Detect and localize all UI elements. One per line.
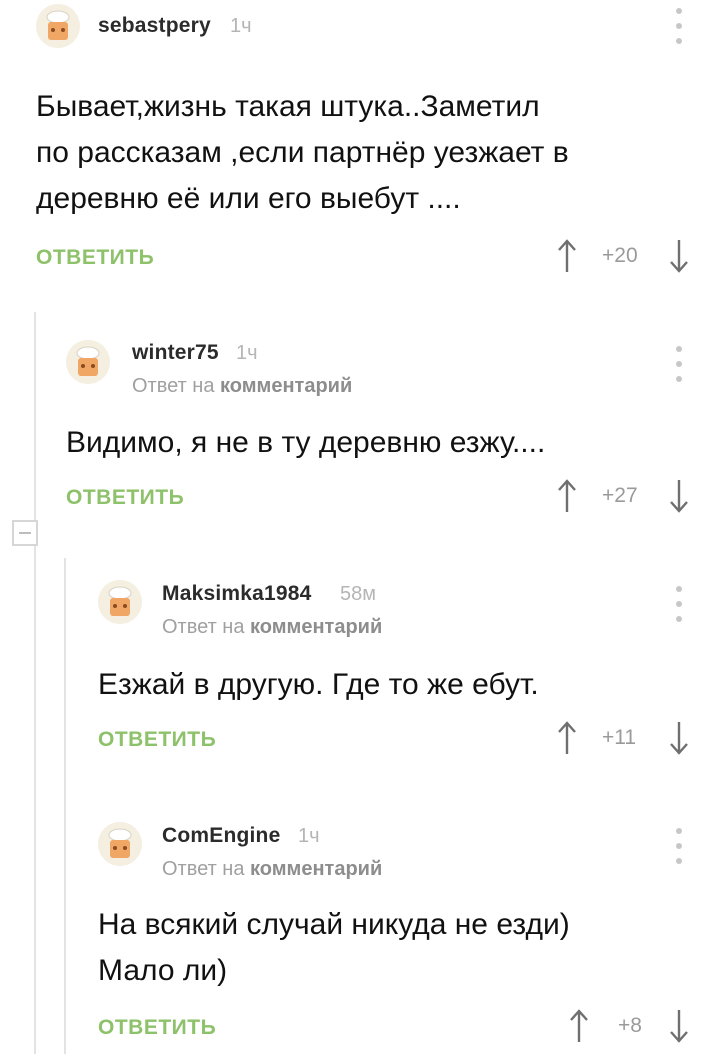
score-value: +8 <box>618 1014 642 1037</box>
comment-text: Бывает,жизнь такая штука..Заметил по рас… <box>36 90 569 215</box>
avatar-icon[interactable] <box>36 4 80 48</box>
comment-text: Видимо, я не в ту деревню езжу.... <box>66 426 546 459</box>
reply-to-link[interactable]: комментарий <box>220 375 352 397</box>
reply-button[interactable]: ОТВЕТИТЬ <box>36 246 154 270</box>
score-value: +20 <box>602 244 638 267</box>
score-value: +27 <box>602 484 638 507</box>
reply-to-prefix: Ответ на <box>132 375 215 397</box>
upvote-arrow-icon[interactable] <box>556 478 578 514</box>
reply-to-label: Ответ на комментарий <box>132 375 352 398</box>
reply-button[interactable]: ОТВЕТИТЬ <box>98 728 216 752</box>
avatar-icon[interactable] <box>98 580 142 624</box>
upvote-arrow-icon[interactable] <box>556 238 578 274</box>
reply-to-label: Ответ на комментарий <box>162 858 382 881</box>
more-vertical-icon[interactable] <box>674 346 684 382</box>
author-name[interactable]: winter75 <box>132 341 219 365</box>
comment-time: 1ч <box>230 15 252 37</box>
reply-to-link[interactable]: комментарий <box>250 616 382 638</box>
downvote-arrow-icon[interactable] <box>668 1008 690 1044</box>
reply-to-label: Ответ на комментарий <box>162 616 382 639</box>
upvote-arrow-icon[interactable] <box>556 720 578 756</box>
reply-button[interactable]: ОТВЕТИТЬ <box>66 486 184 510</box>
vote-controls: +27 <box>556 478 696 518</box>
comment-time: 1ч <box>298 825 320 847</box>
downvote-arrow-icon[interactable] <box>668 238 690 274</box>
thread-line-level-2 <box>64 558 66 1054</box>
upvote-arrow-icon[interactable] <box>568 1008 590 1044</box>
vote-controls: +20 <box>556 238 696 278</box>
more-vertical-icon[interactable] <box>674 586 684 622</box>
vote-controls: +8 <box>568 1008 696 1048</box>
collapse-thread-button[interactable] <box>12 520 38 546</box>
more-vertical-icon[interactable] <box>674 8 684 44</box>
reply-to-prefix: Ответ на <box>162 858 245 880</box>
downvote-arrow-icon[interactable] <box>668 478 690 514</box>
author-name[interactable]: Maksimka1984 <box>162 582 312 606</box>
comment-text: На всякий случай никуда не езди) Мало ли… <box>98 908 570 987</box>
downvote-arrow-icon[interactable] <box>668 720 690 756</box>
avatar-icon[interactable] <box>66 340 110 384</box>
comment-text: Езжай в другую. Где то же ебут. <box>98 668 539 701</box>
more-vertical-icon[interactable] <box>674 828 684 864</box>
comment-time: 58м <box>340 583 376 605</box>
thread-line-level-1 <box>34 312 36 1054</box>
reply-to-prefix: Ответ на <box>162 616 245 638</box>
score-value: +11 <box>602 726 637 749</box>
reply-to-link[interactable]: комментарий <box>250 858 382 880</box>
reply-button[interactable]: ОТВЕТИТЬ <box>98 1016 216 1040</box>
author-name[interactable]: ComEngine <box>162 824 280 848</box>
vote-controls: +11 <box>556 720 696 760</box>
author-name[interactable]: sebastpery <box>98 14 211 38</box>
avatar-icon[interactable] <box>98 822 142 866</box>
comment-time: 1ч <box>236 342 258 364</box>
